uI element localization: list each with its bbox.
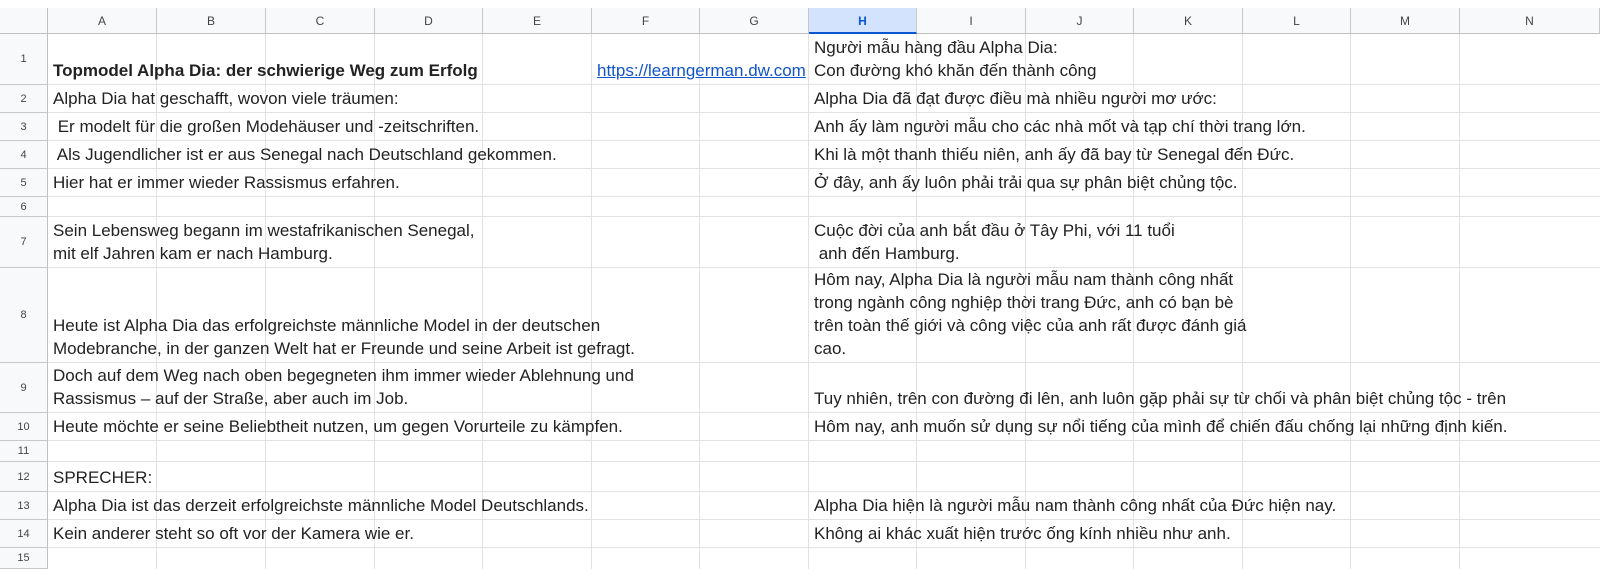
spreadsheet: ABCDEFGHIJKLMN 1 2 3 4 5 6 7 8 9 10 11 12 13 14 15 Top… (0, 0, 1600, 569)
row-header-14[interactable]: 14 (0, 520, 48, 548)
column-header-e[interactable]: E (483, 8, 592, 34)
cell-a3[interactable]: Er modelt für die großen Modehäuser und … (48, 113, 809, 141)
column-header-m[interactable]: M (1351, 8, 1460, 34)
cell-h14[interactable]: Không ai khác xuất hiện trước ống kính n… (809, 520, 1600, 548)
cell-h4[interactable]: Khi là một thanh thiếu niên, anh ấy đã b… (809, 141, 1600, 169)
row-header-11[interactable]: 11 (0, 441, 48, 462)
cell-a5[interactable]: Hier hat er immer wieder Rassismus erfah… (48, 169, 809, 197)
cell-a13[interactable]: Alpha Dia ist das derzeit erfolgreichste… (48, 492, 809, 520)
row-header-5[interactable]: 5 (0, 169, 48, 197)
row-header-1[interactable]: 1 (0, 34, 48, 85)
cell-a9[interactable]: Doch auf dem Weg nach oben begegneten ih… (48, 363, 809, 413)
row-header-12[interactable]: 12 (0, 462, 48, 492)
cell-h8[interactable]: Hôm nay, Alpha Dia là người mẫu nam thàn… (809, 268, 1600, 363)
column-header-d[interactable]: D (375, 8, 483, 34)
column-header-k[interactable]: K (1134, 8, 1243, 34)
row-header-8[interactable]: 8 (0, 268, 48, 363)
column-header-c[interactable]: C (266, 8, 375, 34)
cell-a1[interactable]: Topmodel Alpha Dia: der schwierige Weg z… (48, 34, 592, 85)
column-header-h[interactable]: H (809, 8, 917, 34)
cell-h5[interactable]: Ở đây, anh ấy luôn phải trải qua sự phân… (809, 169, 1600, 197)
cell-a12[interactable]: SPRECHER: (48, 462, 809, 492)
row-header-3[interactable]: 3 (0, 113, 48, 141)
column-header-i[interactable]: I (917, 8, 1026, 34)
column-header-l[interactable]: L (1243, 8, 1351, 34)
row-header-6[interactable]: 6 (0, 197, 48, 217)
cell-a14[interactable]: Kein anderer steht so oft vor der Kamera… (48, 520, 809, 548)
cell-a8[interactable]: Heute ist Alpha Dia das erfolgreichste m… (48, 268, 809, 363)
cell-f1[interactable]: https://learngerman.dw.com (592, 34, 809, 85)
cell-a4[interactable]: Als Jugendlicher ist er aus Senegal nach… (48, 141, 809, 169)
cell-h7[interactable]: Cuộc đời của anh bắt đầu ở Tây Phi, với … (809, 217, 1600, 268)
cell-h9[interactable]: Tuy nhiên, trên con đường đi lên, anh lu… (809, 363, 1600, 413)
row-header-7[interactable]: 7 (0, 217, 48, 268)
select-all-corner[interactable] (0, 8, 48, 34)
cell-a10[interactable]: Heute möchte er seine Beliebtheit nutzen… (48, 413, 809, 441)
cell-h13[interactable]: Alpha Dia hiện là người mẫu nam thành cô… (809, 492, 1600, 520)
row-header-13[interactable]: 13 (0, 492, 48, 520)
row-header-9[interactable]: 9 (0, 363, 48, 413)
cell-h1[interactable]: Người mẫu hàng đầu Alpha Dia: Con đường … (809, 34, 1600, 85)
column-header-j[interactable]: J (1026, 8, 1134, 34)
cell-h3[interactable]: Anh ấy làm người mẫu cho các nhà mốt và … (809, 113, 1600, 141)
column-header-b[interactable]: B (157, 8, 266, 34)
column-header-a[interactable]: A (48, 8, 157, 34)
column-header-f[interactable]: F (592, 8, 700, 34)
row-header-2[interactable]: 2 (0, 85, 48, 113)
cell-a2[interactable]: Alpha Dia hat geschafft, wovon viele trä… (48, 85, 809, 113)
cell-h10[interactable]: Hôm nay, anh muốn sử dụng sự nổi tiếng c… (809, 413, 1600, 441)
row-header-15[interactable]: 15 (0, 548, 48, 569)
column-header-n[interactable]: N (1460, 8, 1600, 34)
cell-h2[interactable]: Alpha Dia đã đạt được điều mà nhiều ngườ… (809, 85, 1600, 113)
cell-a7[interactable]: Sein Lebensweg begann im westafrikanisch… (48, 217, 809, 268)
row-header-4[interactable]: 4 (0, 141, 48, 169)
column-header-g[interactable]: G (700, 8, 809, 34)
row-header-10[interactable]: 10 (0, 413, 48, 441)
